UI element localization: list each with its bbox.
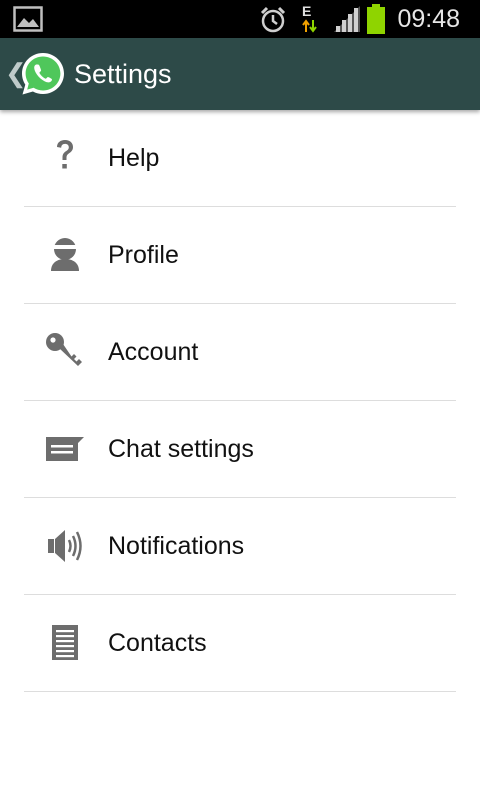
menu-item-notifications[interactable]: Notifications <box>24 498 456 595</box>
menu-item-label: Account <box>108 338 199 366</box>
action-bar: ❮ Settings <box>0 38 480 110</box>
status-time: 09:48 <box>397 5 460 33</box>
contacts-icon <box>44 623 86 663</box>
menu-item-chat-settings[interactable]: Chat settings <box>24 401 456 498</box>
menu-item-help[interactable]: Help <box>24 110 456 207</box>
help-icon <box>44 138 86 178</box>
page-title: Settings <box>74 59 172 89</box>
whatsapp-logo[interactable] <box>19 50 67 103</box>
menu-item-label: Contacts <box>108 629 207 657</box>
network-type-label: E <box>302 3 312 19</box>
profile-icon <box>44 235 86 275</box>
menu-item-account[interactable]: Account <box>24 304 456 401</box>
key-icon <box>44 332 86 372</box>
speaker-icon <box>44 526 86 566</box>
image-icon <box>13 6 43 37</box>
chat-icon <box>44 429 86 469</box>
menu-item-label: Notifications <box>108 532 245 560</box>
menu-item-profile[interactable]: Profile <box>24 207 456 304</box>
menu-item-label: Profile <box>108 241 179 269</box>
status-bar: E 09:48 <box>0 0 480 38</box>
menu-item-label: Chat settings <box>108 435 254 463</box>
menu-item-label: Help <box>108 144 160 172</box>
signal-icon <box>332 6 362 37</box>
menu-item-contacts[interactable]: Contacts <box>24 595 456 692</box>
alarm-icon <box>259 6 287 39</box>
settings-list: Help Profile Account Chat settings Notif… <box>24 110 456 692</box>
data-arrows-icon <box>302 19 318 38</box>
battery-icon <box>366 4 386 39</box>
